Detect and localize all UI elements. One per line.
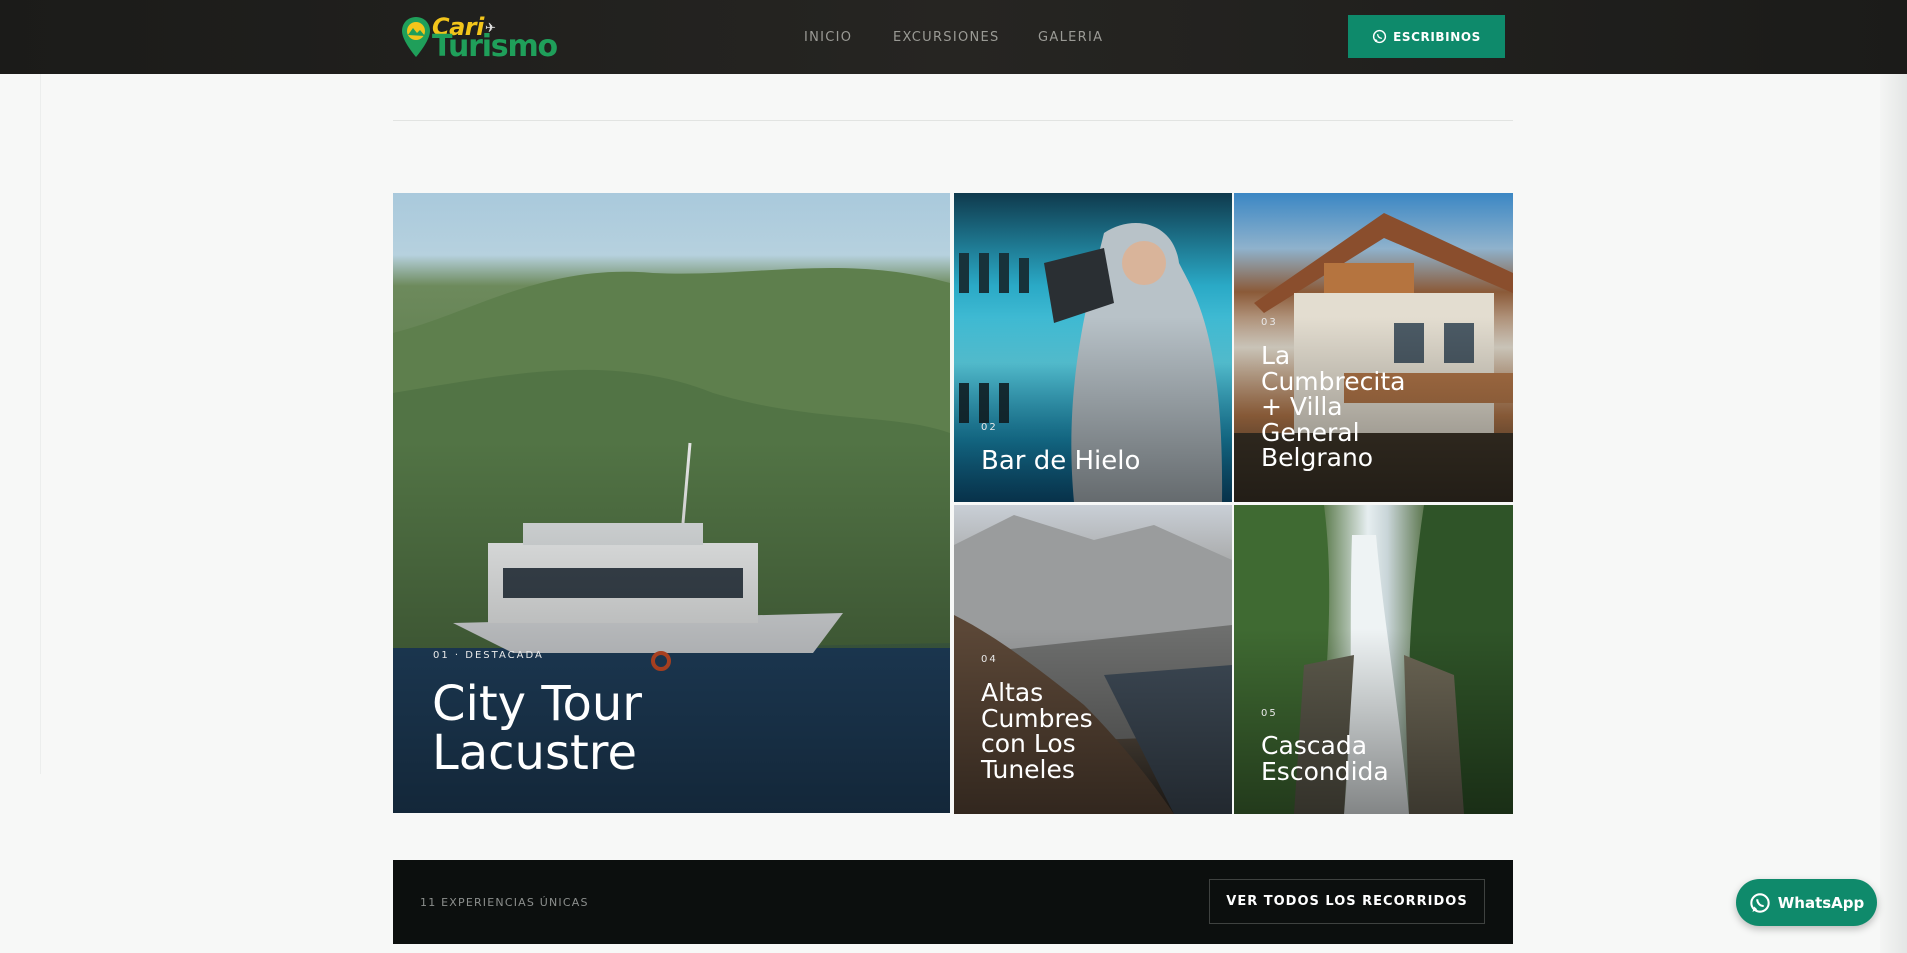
tour-title: Bar de Hielo <box>981 446 1141 476</box>
whatsapp-icon <box>1372 29 1387 44</box>
map-pin-icon <box>402 17 430 57</box>
whatsapp-float-button[interactable]: WhatsApp <box>1736 879 1877 926</box>
nav-inicio[interactable]: INICIO <box>804 30 852 45</box>
whatsapp-float-label: WhatsApp <box>1777 893 1865 912</box>
tour-card-bar-de-hielo[interactable]: 02 Bar de Hielo <box>954 193 1232 502</box>
tours-cta-bar: 11 EXPERIENCIAS ÚNICAS VER TODOS LOS REC… <box>393 860 1513 944</box>
tour-card-la-cumbrecita[interactable]: 03 La Cumbrecita + Villa General Belgran… <box>1234 193 1513 502</box>
nav-galeria[interactable]: GALERIA <box>1038 30 1103 45</box>
brand-logo[interactable]: Cari ✈ Turismo <box>400 11 565 64</box>
section-divider <box>393 120 1513 121</box>
escribinos-label: ESCRIBINOS <box>1393 29 1481 44</box>
tour-number: 03 <box>1261 317 1278 328</box>
tour-number: 05 <box>1261 708 1278 719</box>
tour-number: 01 · DESTACADA <box>433 650 544 661</box>
page-edge-line <box>40 74 41 774</box>
site-header: Cari ✈ Turismo INICIO EXCURSIONES GALERI… <box>0 0 1907 74</box>
escribinos-button[interactable]: ESCRIBINOS <box>1348 15 1505 58</box>
tour-title: Altas Cumbres con Los Tuneles <box>981 678 1093 784</box>
tour-card-cascada-escondida[interactable]: 05 Cascada Escondida <box>1234 505 1513 814</box>
tour-number: 02 <box>981 422 998 433</box>
tour-title: City Tour Lacustre <box>432 676 643 781</box>
tour-title: Cascada Escondida <box>1261 731 1389 786</box>
tour-title: La Cumbrecita + Villa General Belgrano <box>1261 341 1406 472</box>
experiences-count: 11 EXPERIENCIAS ÚNICAS <box>420 896 589 909</box>
tour-number: 04 <box>981 654 998 665</box>
right-gutter <box>1880 74 1907 953</box>
nav-excursiones[interactable]: EXCURSIONES <box>893 30 1000 45</box>
tour-card-city-tour-lacustre[interactable]: 01 · DESTACADA City Tour Lacustre <box>393 193 950 813</box>
view-all-tours-button[interactable]: VER TODOS LOS RECORRIDOS <box>1209 879 1485 924</box>
tour-card-altas-cumbres[interactable]: 04 Altas Cumbres con Los Tuneles <box>954 505 1232 814</box>
whatsapp-icon <box>1750 892 1770 913</box>
brand-name-line2: Turismo <box>432 29 558 64</box>
